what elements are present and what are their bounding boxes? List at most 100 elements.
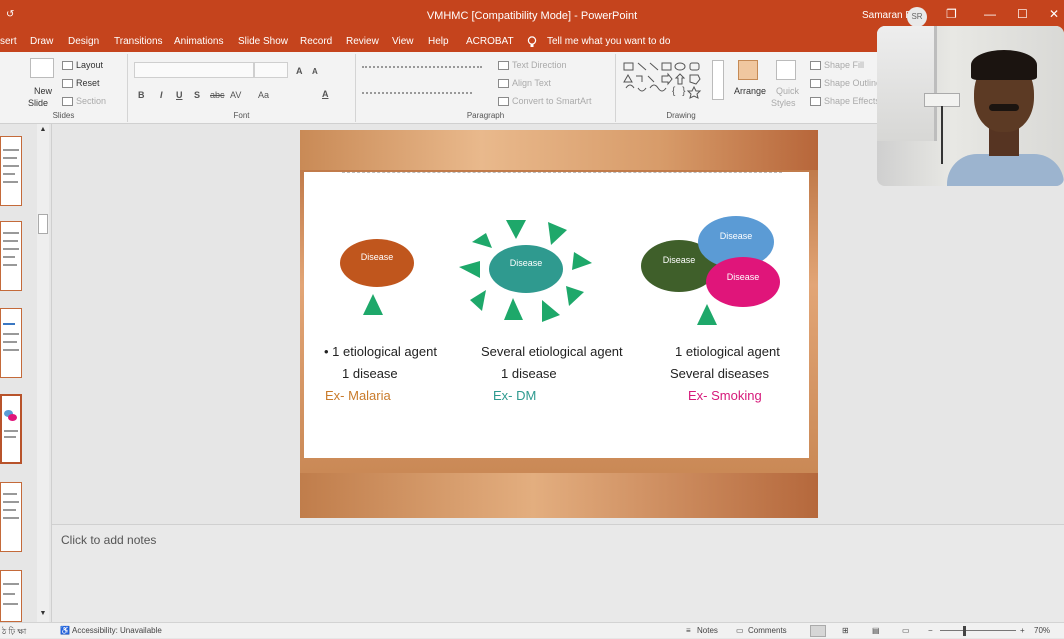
tab-design[interactable]: Design bbox=[68, 36, 99, 47]
caption-3-line1: 1 etiological agent bbox=[675, 344, 780, 359]
change-case-button[interactable]: Aa bbox=[258, 90, 269, 100]
font-color-button[interactable]: A bbox=[322, 89, 329, 99]
shape-outline-button[interactable]: Shape Outline bbox=[810, 78, 882, 89]
normal-view-button[interactable] bbox=[810, 625, 826, 637]
tab-view[interactable]: View bbox=[392, 36, 414, 47]
character-spacing-button[interactable]: AV bbox=[230, 90, 241, 100]
comments-icon[interactable]: ▭ bbox=[736, 626, 744, 635]
accessibility-icon[interactable]: ♿ bbox=[60, 626, 70, 635]
caption-2-line2: 1 disease bbox=[501, 366, 557, 381]
example-2: Ex- DM bbox=[493, 388, 537, 403]
underline-button[interactable]: U bbox=[176, 90, 183, 100]
slide-thumbnail[interactable] bbox=[0, 570, 22, 622]
agent-triangle-2e bbox=[542, 300, 560, 322]
ribbon-display-icon[interactable]: ❐ bbox=[946, 7, 957, 21]
zoom-slider[interactable] bbox=[940, 630, 1016, 631]
accessibility-status[interactable]: Accessibility: Unavailable bbox=[72, 626, 162, 635]
user-avatar[interactable]: SR bbox=[907, 7, 927, 27]
shape-effects-button[interactable]: Shape Effects bbox=[810, 96, 880, 107]
slide-sorter-icon[interactable]: ⊞ bbox=[842, 626, 849, 635]
lightbulb-icon bbox=[527, 36, 537, 51]
scroll-down-icon[interactable]: ▼ bbox=[38, 610, 48, 617]
tab-review[interactable]: Review bbox=[346, 36, 379, 47]
svg-text:{ }: { } bbox=[672, 86, 687, 97]
grow-font-button[interactable]: A bbox=[296, 66, 303, 76]
slide-thumbnail[interactable] bbox=[0, 136, 22, 206]
tab-help[interactable]: Help bbox=[428, 36, 449, 47]
layout-button[interactable]: Layout bbox=[62, 60, 104, 71]
shrink-font-button[interactable]: A bbox=[312, 67, 318, 76]
quick-styles-dropdown[interactable]: Styles bbox=[771, 98, 796, 108]
minimize-button[interactable]: — bbox=[984, 7, 996, 21]
zoom-slider-thumb[interactable] bbox=[963, 626, 966, 636]
reset-button[interactable]: Reset bbox=[62, 78, 100, 89]
align-text-button[interactable]: Align Text bbox=[498, 78, 551, 89]
layout-label: Layout bbox=[76, 60, 104, 70]
close-button[interactable]: ✕ bbox=[1049, 7, 1059, 21]
italic-button[interactable]: I bbox=[160, 90, 163, 100]
maximize-button[interactable]: ☐ bbox=[1017, 7, 1028, 21]
slide-thumbnail[interactable] bbox=[0, 482, 22, 552]
drawing-group: { } Arrange Quick Styles Shape Fill Shap… bbox=[616, 54, 886, 122]
user-name[interactable]: Samaran R bbox=[862, 10, 913, 21]
alignment-buttons[interactable] bbox=[362, 92, 472, 102]
quick-styles-icon[interactable] bbox=[776, 60, 796, 80]
tab-acrobat[interactable]: ACROBAT bbox=[466, 36, 514, 47]
shape-outline-icon bbox=[810, 79, 821, 89]
shape-fill-button[interactable]: Shape Fill bbox=[810, 60, 864, 71]
section-icon bbox=[62, 97, 73, 107]
new-slide-dropdown[interactable]: Slide bbox=[28, 98, 48, 108]
agent-triangle-2c bbox=[572, 252, 592, 270]
tab-slide-show[interactable]: Slide Show bbox=[238, 36, 288, 47]
video-wall-socket bbox=[924, 93, 960, 107]
caption-3-line2: Several diseases bbox=[670, 366, 769, 381]
font-size-box[interactable] bbox=[254, 62, 288, 78]
text-shadow-button[interactable]: S bbox=[194, 90, 200, 100]
tab-record[interactable]: Record bbox=[300, 36, 332, 47]
shape-outline-label: Shape Outline bbox=[824, 78, 882, 88]
video-person-hair bbox=[971, 50, 1037, 80]
slide-thumbnail[interactable] bbox=[0, 308, 22, 378]
slide-thumbnail-selected[interactable] bbox=[0, 394, 22, 464]
zoom-in-button[interactable]: + bbox=[1020, 626, 1025, 635]
notes-button[interactable]: Notes bbox=[697, 626, 718, 635]
tell-me-search[interactable]: Tell me what you want to do bbox=[547, 36, 670, 47]
tab-transitions[interactable]: Transitions bbox=[114, 36, 163, 47]
zoom-level[interactable]: 70% bbox=[1034, 626, 1050, 635]
new-slide-icon[interactable] bbox=[30, 58, 54, 78]
text-direction-button[interactable]: Text Direction bbox=[498, 60, 567, 71]
agent-triangle-2a bbox=[506, 220, 526, 239]
slide-content-box[interactable]: Disease Disease Disease Disease Disease … bbox=[304, 172, 809, 458]
zoom-out-button[interactable]: − bbox=[928, 626, 933, 635]
tab-animations[interactable]: Animations bbox=[174, 36, 223, 47]
quick-styles-button[interactable]: Quick bbox=[776, 86, 799, 96]
slideshow-icon[interactable]: ▭ bbox=[902, 626, 910, 635]
shapes-more-button[interactable] bbox=[712, 60, 724, 100]
scroll-up-icon[interactable]: ▲ bbox=[38, 126, 48, 133]
arrange-button[interactable]: Arrange bbox=[734, 86, 766, 96]
arrange-icon[interactable] bbox=[738, 60, 758, 80]
current-slide[interactable]: Disease Disease Disease Disease Disease … bbox=[300, 130, 818, 518]
agent-triangle-2i bbox=[472, 233, 492, 248]
notes-icon[interactable]: ≡ bbox=[686, 626, 691, 635]
font-name-box[interactable] bbox=[134, 62, 254, 78]
notes-placeholder[interactable]: Click to add notes bbox=[61, 533, 156, 547]
comments-button[interactable]: Comments bbox=[748, 626, 787, 635]
text-direction-icon bbox=[498, 61, 509, 71]
strikethrough-button[interactable]: abc bbox=[210, 90, 225, 100]
thumbnail-scrollbar[interactable]: ▲ ▼ bbox=[37, 124, 49, 622]
tab-insert[interactable]: sert bbox=[0, 36, 17, 47]
notes-pane[interactable]: Click to add notes bbox=[52, 524, 1064, 622]
disease-label-3-blue: Disease bbox=[719, 231, 753, 241]
section-button[interactable]: Section bbox=[62, 96, 106, 107]
tab-draw[interactable]: Draw bbox=[30, 36, 53, 47]
agent-triangle-2g bbox=[470, 290, 486, 311]
convert-smartart-button[interactable]: Convert to SmartArt bbox=[498, 96, 592, 107]
scrollbar-thumb[interactable] bbox=[38, 214, 48, 234]
new-slide-button[interactable]: New bbox=[34, 86, 52, 96]
reading-view-icon[interactable]: ▤ bbox=[872, 626, 880, 635]
shapes-gallery[interactable]: { } bbox=[622, 60, 712, 100]
bold-button[interactable]: B bbox=[138, 90, 145, 100]
list-buttons[interactable] bbox=[362, 66, 482, 76]
slide-thumbnail[interactable] bbox=[0, 221, 22, 291]
